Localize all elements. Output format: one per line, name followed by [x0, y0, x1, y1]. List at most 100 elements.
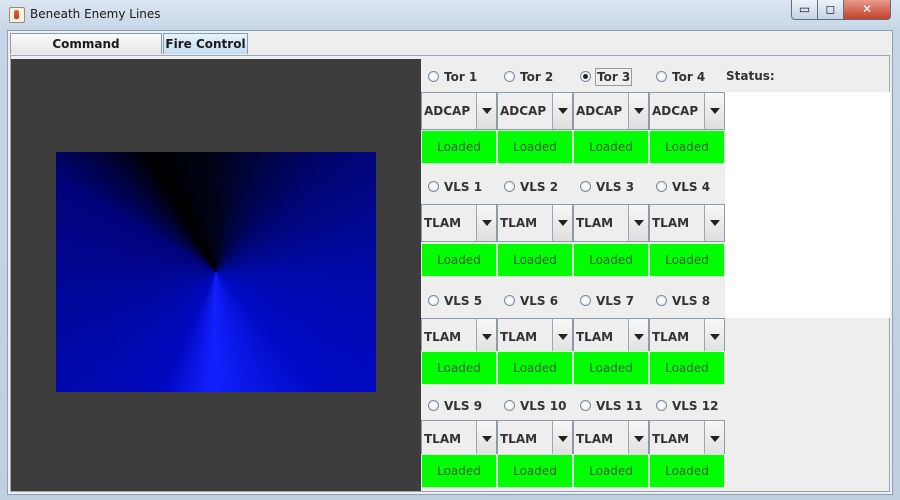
chevron-down-icon[interactable] — [552, 93, 572, 129]
chevron-down-icon[interactable] — [552, 319, 572, 355]
weapon-select-tor-2[interactable]: ADCAP — [497, 92, 573, 130]
radio-label: Tor 2 — [520, 70, 554, 84]
sonar-sweep-image — [56, 152, 376, 392]
radio-label: VLS 3 — [596, 180, 635, 194]
maximize-button[interactable]: ◻ — [817, 0, 844, 20]
chevron-down-icon[interactable] — [628, 205, 648, 241]
radio-label: VLS 12 — [672, 399, 719, 413]
chevron-down-icon[interactable] — [476, 93, 496, 129]
load-status-tor-4[interactable]: Loaded — [649, 130, 725, 164]
weapon-select-value: TLAM — [576, 216, 614, 230]
radio-label: VLS 8 — [672, 294, 711, 308]
chevron-down-icon[interactable] — [704, 421, 724, 457]
radio-indicator — [656, 181, 667, 192]
load-status-vls-12[interactable]: Loaded — [649, 454, 725, 488]
chevron-down-icon[interactable] — [552, 205, 572, 241]
weapon-select-value: TLAM — [424, 330, 462, 344]
weapon-select-vls-11[interactable]: TLAM — [573, 420, 649, 458]
weapon-select-tor-1[interactable]: ADCAP — [421, 92, 497, 130]
load-status-tor-2[interactable]: Loaded — [497, 130, 573, 164]
weapon-select-vls-4[interactable]: TLAM — [649, 204, 725, 242]
radio-label: VLS 6 — [520, 294, 559, 308]
load-status-vls-9[interactable]: Loaded — [421, 454, 497, 488]
weapon-select-value: TLAM — [652, 330, 690, 344]
radio-label: VLS 11 — [596, 399, 643, 413]
chevron-down-icon[interactable] — [628, 319, 648, 355]
radio-indicator — [580, 400, 591, 411]
chevron-down-icon[interactable] — [476, 421, 496, 457]
weapon-select-tor-3[interactable]: ADCAP — [573, 92, 649, 130]
radio-label: Tor 4 — [672, 70, 706, 84]
radio-label: Tor 1 — [444, 70, 478, 84]
load-status-vls-10[interactable]: Loaded — [497, 454, 573, 488]
weapon-select-vls-3[interactable]: TLAM — [573, 204, 649, 242]
maximize-icon: ◻ — [825, 2, 836, 16]
weapon-select-value: TLAM — [652, 432, 690, 446]
radio-indicator — [504, 295, 515, 306]
radio-indicator — [580, 181, 591, 192]
load-status-vls-1[interactable]: Loaded — [421, 243, 497, 277]
load-status-vls-11[interactable]: Loaded — [573, 454, 649, 488]
load-status-vls-2[interactable]: Loaded — [497, 243, 573, 277]
minimize-button[interactable]: ▭ — [791, 0, 818, 20]
radio-label: VLS 7 — [596, 294, 635, 308]
chevron-down-icon[interactable] — [704, 205, 724, 241]
radio-indicator — [504, 400, 515, 411]
weapon-select-value: ADCAP — [500, 104, 547, 118]
chevron-down-icon[interactable] — [628, 421, 648, 457]
radio-indicator — [656, 71, 667, 82]
close-icon: ✕ — [861, 2, 873, 16]
radio-label: Tor 3 — [595, 68, 633, 86]
app-window: Beneath Enemy Lines ▭ ◻ ✕ Command Workst… — [0, 0, 900, 500]
chevron-down-icon[interactable] — [476, 205, 496, 241]
chevron-down-icon[interactable] — [628, 93, 648, 129]
weapon-select-value: ADCAP — [576, 104, 623, 118]
chevron-down-icon[interactable] — [476, 319, 496, 355]
minimize-icon: ▭ — [798, 2, 811, 16]
tab-fire-control[interactable]: Fire Control — [163, 33, 248, 54]
sonar-display — [11, 59, 421, 491]
tab-label: Fire Control — [165, 37, 246, 51]
status-label: Status: — [726, 69, 775, 83]
radio-indicator — [656, 295, 667, 306]
window-title: Beneath Enemy Lines — [30, 7, 161, 21]
chevron-down-icon[interactable] — [552, 421, 572, 457]
chevron-down-icon[interactable] — [704, 319, 724, 355]
title-bar[interactable]: Beneath Enemy Lines ▭ ◻ ✕ — [0, 0, 900, 30]
radio-indicator — [580, 71, 591, 82]
load-status-tor-1[interactable]: Loaded — [421, 130, 497, 164]
load-status-vls-3[interactable]: Loaded — [573, 243, 649, 277]
tab-command-workstation[interactable]: Command Workstation — [10, 33, 162, 71]
java-app-icon[interactable] — [9, 7, 25, 23]
weapon-select-vls-10[interactable]: TLAM — [497, 420, 573, 458]
weapon-select-vls-12[interactable]: TLAM — [649, 420, 725, 458]
radio-indicator — [428, 400, 439, 411]
weapon-select-value: ADCAP — [424, 104, 471, 118]
client-area: Command Workstation Fire Control Status:… — [7, 30, 893, 495]
radio-label: VLS 5 — [444, 294, 483, 308]
weapon-select-vls-2[interactable]: TLAM — [497, 204, 573, 242]
weapon-select-vls-9[interactable]: TLAM — [421, 420, 497, 458]
chevron-down-icon[interactable] — [704, 93, 724, 129]
weapon-select-value: TLAM — [500, 432, 538, 446]
load-status-vls-8[interactable]: Loaded — [649, 351, 725, 385]
load-status-vls-4[interactable]: Loaded — [649, 243, 725, 277]
load-status-vls-5[interactable]: Loaded — [421, 351, 497, 385]
weapon-select-value: TLAM — [500, 216, 538, 230]
weapon-select-tor-4[interactable]: ADCAP — [649, 92, 725, 130]
radio-indicator — [428, 71, 439, 82]
radio-label: VLS 4 — [672, 180, 711, 194]
weapon-select-value: TLAM — [576, 330, 614, 344]
load-status-tor-3[interactable]: Loaded — [573, 130, 649, 164]
radio-label: VLS 9 — [444, 399, 483, 413]
load-status-vls-7[interactable]: Loaded — [573, 351, 649, 385]
close-button[interactable]: ✕ — [843, 0, 891, 20]
weapon-select-value: ADCAP — [652, 104, 699, 118]
weapon-select-value: TLAM — [500, 330, 538, 344]
load-status-vls-6[interactable]: Loaded — [497, 351, 573, 385]
weapon-select-vls-1[interactable]: TLAM — [421, 204, 497, 242]
weapon-select-value: TLAM — [424, 216, 462, 230]
weapon-select-value: TLAM — [652, 216, 690, 230]
radio-indicator — [504, 181, 515, 192]
weapon-select-value: TLAM — [576, 432, 614, 446]
